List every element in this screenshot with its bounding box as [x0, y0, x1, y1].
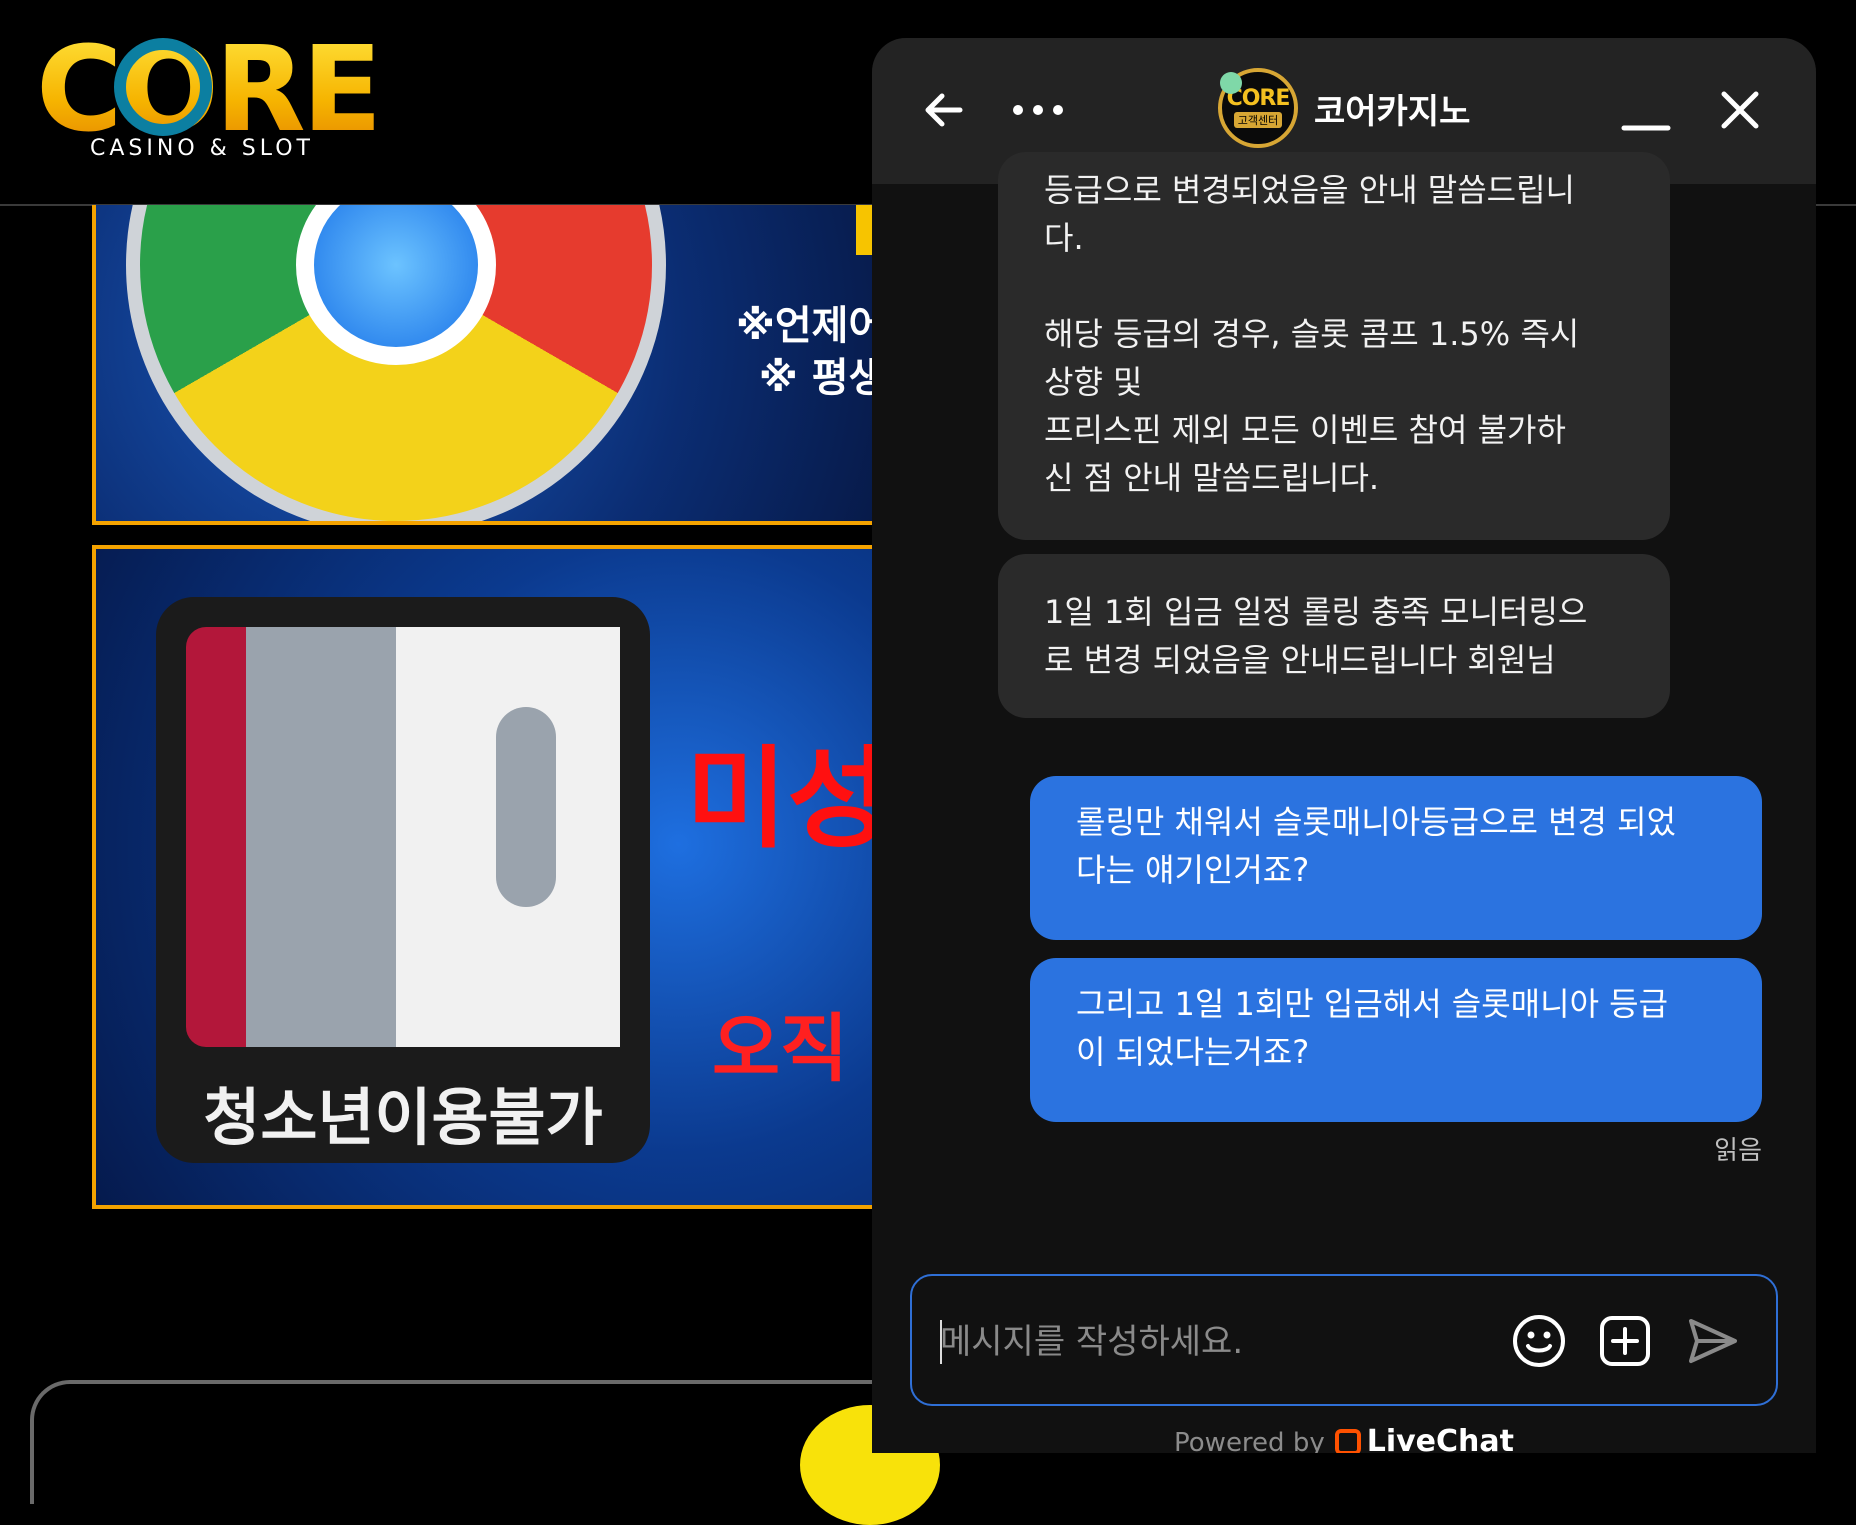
more-horizontal-icon[interactable] [1010, 82, 1066, 138]
logo-subtitle: CASINO & SLOT [90, 136, 314, 161]
arrow-left-icon[interactable] [916, 82, 972, 138]
core-casino-logo[interactable]: CORE CASINO & SLOT [36, 30, 382, 170]
message-list[interactable]: 등급으로 변경되었음을 안내 말씀드립니 다. 해당 등급의 경우, 슬롯 콤프… [872, 152, 1816, 1244]
agent-info: CORE 고객센터 코어카지노 [1218, 68, 1470, 148]
agent-name: 코어카지노 [1314, 91, 1471, 132]
agent-message: 등급으로 변경되었음을 안내 말씀드립니 다. 해당 등급의 경우, 슬롯 콤프… [998, 152, 1670, 540]
powered-by-footer[interactable]: Powered by LiveChat [872, 1424, 1816, 1453]
user-message: 그리고 1일 1회만 입금해서 슬롯매니아 등급 이 되었다는거죠? [1030, 958, 1762, 1122]
age-19-badge-icon: 청소년이용불가 [156, 597, 650, 1163]
logo-ring-icon [114, 38, 212, 136]
minor-warning-text: 미성 [686, 735, 889, 863]
livechat-widget: CORE 고객센터 코어카지노 등급으로 변경되었음을 안내 말씀드립니 다. … [872, 38, 1816, 1453]
read-receipt: 읽음 [1714, 1136, 1762, 1166]
minimize-icon[interactable] [1618, 82, 1674, 138]
emoji-icon[interactable] [1506, 1308, 1572, 1374]
close-icon[interactable] [1712, 82, 1768, 138]
message-composer [910, 1274, 1778, 1406]
only-adults-text: 오직 [712, 1006, 849, 1092]
text-caret [940, 1320, 942, 1364]
avatar-logo-sub: 고객센터 [1233, 112, 1283, 128]
age-restriction-banner[interactable]: 청소년이용불가 미성 오직 [92, 545, 932, 1209]
online-status-dot [1220, 72, 1242, 94]
agent-message: 1일 1회 입금 일정 롤링 충족 모니터링으 로 변경 되었음을 안내드립니다… [998, 554, 1670, 718]
chrome-logo-icon [126, 205, 666, 521]
send-icon[interactable] [1680, 1308, 1746, 1374]
header-divider [1816, 204, 1856, 206]
livechat-brand: LiveChat [1366, 1424, 1514, 1453]
browser-promo-banner[interactable]: ※언제어디 ※ 평생도 사 [92, 205, 932, 525]
footer-frame [30, 1380, 934, 1504]
user-message: 롤링만 채워서 슬롯매니아등급으로 변경 되었 다는 얘기인거죠? [1030, 776, 1762, 940]
powered-by-label: Powered by [1174, 1428, 1325, 1453]
message-input[interactable] [938, 1306, 1482, 1378]
age-badge-label: 청소년이용불가 [203, 1081, 603, 1154]
add-attachment-icon[interactable] [1592, 1308, 1658, 1374]
agent-avatar: CORE 고객센터 [1218, 68, 1298, 148]
livechat-logo-icon [1334, 1429, 1361, 1453]
